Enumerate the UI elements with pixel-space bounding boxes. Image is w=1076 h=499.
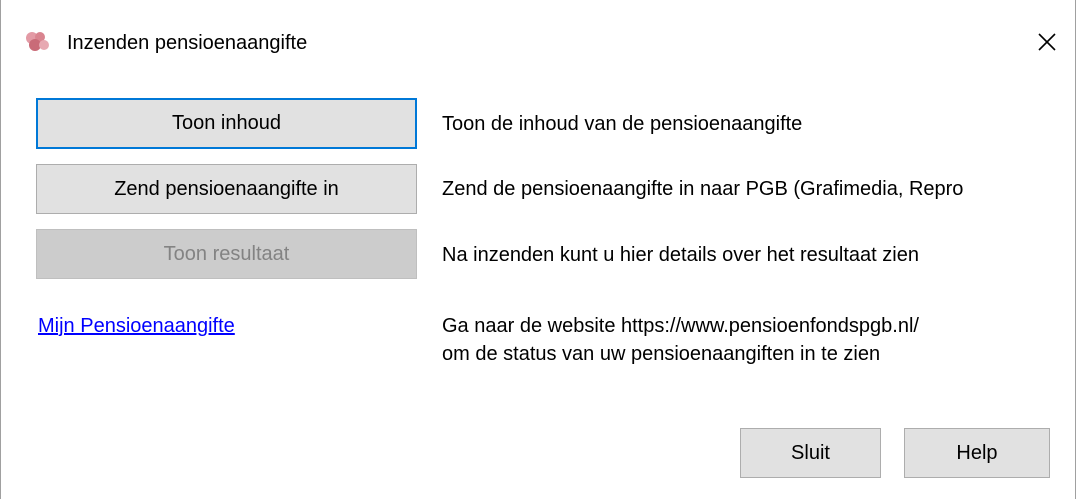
zend-pensioenaangifte-button[interactable]: Zend pensioenaangifte in [36,164,417,214]
dialog-window: Inzenden pensioenaangifte Toon inhoud To… [0,0,1076,499]
toon-inhoud-button[interactable]: Toon inhoud [36,98,417,149]
zend-description: Zend de pensioenaangifte in naar PGB (Gr… [442,178,964,200]
close-window-button[interactable] [1025,20,1069,64]
pgb-logo-icon [26,32,49,51]
sluit-button[interactable]: Sluit [740,428,881,478]
help-button[interactable]: Help [904,428,1050,478]
toon-inhoud-description: Toon de inhoud van de pensioenaangifte [442,113,803,135]
window-title: Inzenden pensioenaangifte [67,32,308,54]
close-icon [1038,33,1056,51]
mijn-pensioenaangifte-link[interactable]: Mijn Pensioenaangifte [38,315,235,338]
website-description-line2: om de status van uw pensioenaangiften in… [442,343,881,365]
website-description-line1: Ga naar de website https://www.pensioenf… [442,315,919,337]
toon-resultaat-description: Na inzenden kunt u hier details over het… [442,244,919,266]
title-bar: Inzenden pensioenaangifte [1,0,1075,80]
toon-resultaat-button: Toon resultaat [36,229,417,279]
